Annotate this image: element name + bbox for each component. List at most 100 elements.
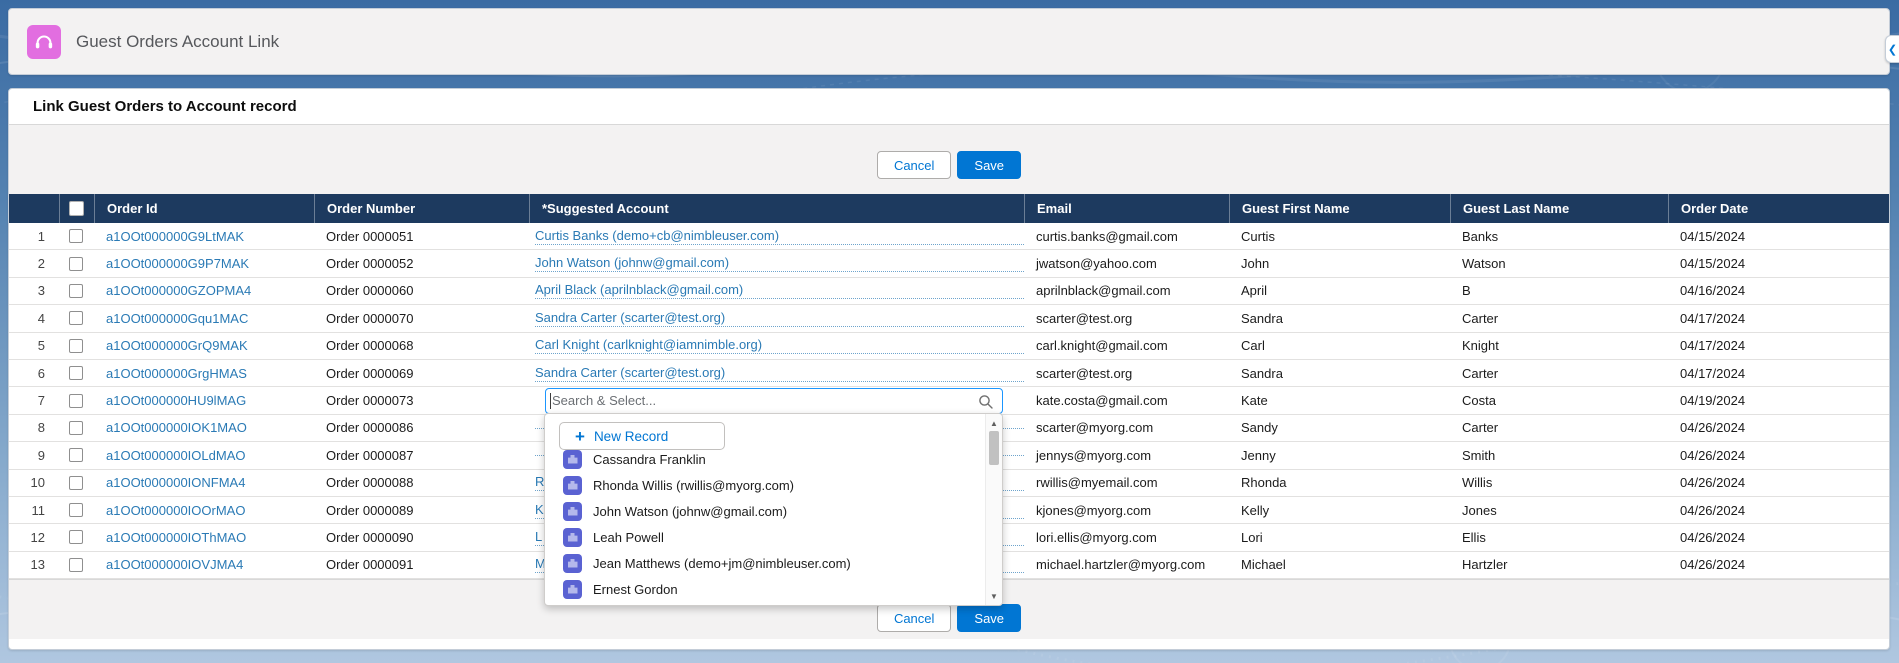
row-checkbox[interactable] [69,558,83,572]
guest-first-name: April [1229,283,1450,298]
guest-first-name: Michael [1229,557,1450,572]
scrollbar-thumb[interactable] [989,431,999,465]
row-checkbox[interactable] [69,476,83,490]
order-number: Order 0000091 [314,557,529,572]
order-id-link[interactable]: a1OOt000000IOOrMAO [106,503,314,518]
headset-icon [27,25,61,59]
guest-first-name: Curtis [1229,229,1450,244]
order-number: Order 0000090 [314,530,529,545]
account-icon [563,554,582,573]
guest-email: lori.ellis@myorg.com [1024,530,1229,545]
guest-email: scarter@myorg.com [1024,420,1229,435]
account-icon [563,450,582,469]
lookup-option[interactable]: John Watson (johnw@gmail.com) [545,498,984,524]
row-checkbox[interactable] [69,229,83,243]
order-id-link[interactable]: a1OOt000000HU9lMAG [106,393,314,408]
save-button-top[interactable]: Save [957,151,1021,179]
order-id-link[interactable]: a1OOt000000IOK1MAO [106,420,314,435]
account-search-input[interactable]: Search & Select... [545,388,1003,414]
order-id-link[interactable]: a1OOt000000IOLdMAO [106,448,314,463]
row-checkbox[interactable] [69,530,83,544]
guest-first-name: Kelly [1229,503,1450,518]
guest-first-name: John [1229,256,1450,271]
order-id-cell: a1OOt000000IONFMA4 [94,475,314,490]
text-caret [550,393,551,409]
scroll-up-icon[interactable]: ▲ [986,416,1002,430]
row-number: 4 [9,311,59,326]
search-icon [978,394,994,413]
checkbox-cell [59,366,94,380]
plus-icon: + [575,428,585,445]
suggested-account-cell: Sandra Carter (scarter@test.org) [529,365,1024,382]
row-checkbox[interactable] [69,394,83,408]
order-id-link[interactable]: a1OOt000000IOThMAO [106,530,314,545]
order-id-cell: a1OOt000000IOOrMAO [94,503,314,518]
order-id-link[interactable]: a1OOt000000IOVJMA4 [106,557,314,572]
order-id-link[interactable]: a1OOt000000GrgHMAS [106,366,314,381]
suggested-account-link[interactable]: Sandra Carter (scarter@test.org) [535,310,1024,327]
order-id-cell: a1OOt000000G9LtMAK [94,229,314,244]
suggested-account-link[interactable]: Sandra Carter (scarter@test.org) [535,365,1024,382]
order-id-cell: a1OOt000000IOThMAO [94,530,314,545]
suggested-account-link[interactable]: Carl Knight (carlknight@iamnimble.org) [535,337,1024,354]
order-id-link[interactable]: a1OOt000000GZOPMA4 [106,283,314,298]
dropdown-scrollbar[interactable]: ▲ ▼ [985,414,1002,605]
suggested-account-cell: John Watson (johnw@gmail.com) [529,255,1024,272]
chevron-left-icon: ❮ [1888,43,1897,56]
order-id-link[interactable]: a1OOt000000GrQ9MAK [106,338,314,353]
app-header: Guest Orders Account Link [8,8,1890,75]
select-all-checkbox[interactable] [69,201,84,216]
column-header: Order Number [314,194,529,223]
panel-title: Link Guest Orders to Account record [33,98,297,115]
suggested-account-cell: Carl Knight (carlknight@iamnimble.org) [529,337,1024,354]
row-number: 12 [9,530,59,545]
order-number: Order 0000070 [314,311,529,326]
row-checkbox[interactable] [69,284,83,298]
guest-last-name: Willis [1450,475,1668,490]
cancel-button-top[interactable]: Cancel [877,151,951,179]
row-number: 13 [9,557,59,572]
save-button-bottom[interactable]: Save [957,604,1021,632]
lookup-option[interactable]: Cassandra Franklin [545,446,984,472]
guest-last-name: B [1450,283,1668,298]
checkbox-cell [59,311,94,325]
checkbox-cell [59,339,94,353]
order-id-cell: a1OOt000000IOLdMAO [94,448,314,463]
order-id-link[interactable]: a1OOt000000IONFMA4 [106,475,314,490]
lookup-option[interactable]: Jean Matthews (demo+jm@nimbleuser.com) [545,550,984,576]
scroll-down-icon[interactable]: ▼ [986,589,1002,603]
guest-email: rwillis@myemail.com [1024,475,1229,490]
order-date: 04/19/2024 [1668,393,1889,408]
cancel-button-bottom[interactable]: Cancel [877,604,951,632]
lookup-option[interactable]: Ernest Gordon [545,576,984,602]
row-checkbox[interactable] [69,311,83,325]
guest-last-name: Carter [1450,311,1668,326]
order-date: 04/17/2024 [1668,338,1889,353]
row-checkbox[interactable] [69,421,83,435]
collapse-panel-button[interactable]: ❮ [1885,35,1899,63]
order-number: Order 0000060 [314,283,529,298]
page-background: Guest Orders Account Link ❮ Link Guest O… [0,0,1899,663]
panel-title-bar: Link Guest Orders to Account record [9,89,1889,125]
suggested-account-link[interactable]: April Black (aprilnblack@gmail.com) [535,282,1024,299]
row-checkbox[interactable] [69,366,83,380]
checkbox-cell [59,229,94,243]
row-checkbox[interactable] [69,503,83,517]
order-id-link[interactable]: a1OOt000000G9LtMAK [106,229,314,244]
suggested-account-link[interactable]: Curtis Banks (demo+cb@nimbleuser.com) [535,228,1024,245]
order-id-link[interactable]: a1OOt000000G9P7MAK [106,256,314,271]
suggested-account-cell: Search & Select... [529,388,1024,414]
row-checkbox[interactable] [69,257,83,271]
lookup-option-label: Ernest Gordon [593,582,678,597]
guest-email: jennys@myorg.com [1024,448,1229,463]
table-row: 4 a1OOt000000Gqu1MACOrder 0000070 Sandra C… [9,305,1889,332]
row-checkbox[interactable] [69,339,83,353]
order-id-link[interactable]: a1OOt000000Gqu1MAC [106,311,314,326]
order-date: 04/15/2024 [1668,256,1889,271]
order-id-cell: a1OOt000000GrgHMAS [94,366,314,381]
suggested-account-link[interactable]: John Watson (johnw@gmail.com) [535,255,1024,272]
row-checkbox[interactable] [69,448,83,462]
suggested-account-cell: April Black (aprilnblack@gmail.com) [529,282,1024,299]
lookup-option[interactable]: Leah Powell [545,524,984,550]
lookup-option[interactable]: Rhonda Willis (rwillis@myorg.com) [545,472,984,498]
